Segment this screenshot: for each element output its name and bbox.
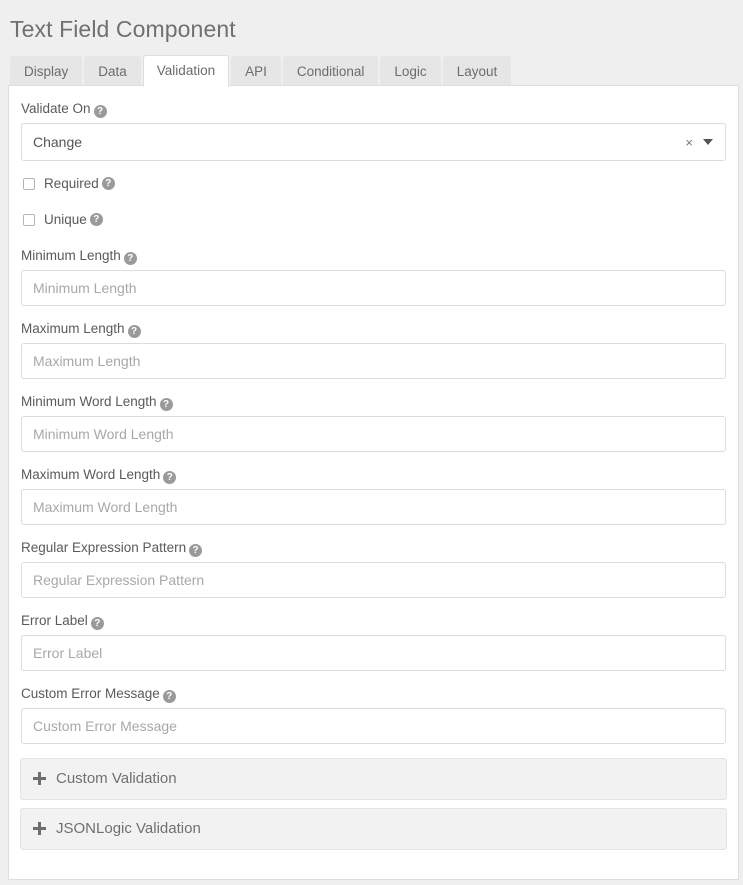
tab-data[interactable]: Data — [84, 56, 141, 87]
tab-validation[interactable]: Validation — [142, 55, 230, 87]
minimum-word-length-input[interactable] — [21, 416, 726, 452]
plus-icon — [33, 772, 46, 785]
help-icon[interactable]: ? — [90, 617, 104, 630]
minimum-length-label: Minimum Length? — [21, 247, 726, 265]
error-label-label-text: Error Label — [21, 613, 88, 628]
validate-on-label-text: Validate On — [21, 101, 91, 116]
validate-on-select-wrap: Change × — [21, 123, 726, 161]
help-icon[interactable]: ? — [163, 471, 177, 484]
regular-expression-pattern-label: Regular Expression Pattern? — [21, 539, 726, 557]
tab-conditional[interactable]: Conditional — [282, 56, 379, 87]
tab-display[interactable]: Display — [10, 56, 83, 87]
field-group-unique: Unique ? — [21, 211, 726, 228]
field-group-required: Required ? — [21, 175, 726, 192]
help-icon[interactable]: ? — [93, 105, 107, 118]
maximum-length-input[interactable] — [21, 343, 726, 379]
error-label-input[interactable] — [21, 635, 726, 671]
maximum-word-length-label: Maximum Word Length? — [21, 466, 726, 484]
validate-on-label: Validate On? — [21, 100, 726, 118]
field-group-minimum-word-length: Minimum Word Length? — [21, 393, 726, 452]
tab-api[interactable]: API — [231, 56, 281, 87]
validation-accordions: Custom Validation JSONLogic Validation — [20, 758, 727, 850]
accordion-custom-validation[interactable]: Custom Validation — [20, 758, 727, 800]
accordion-jsonlogic-validation-label: JSONLogic Validation — [56, 820, 201, 837]
error-label-label: Error Label? — [21, 612, 726, 630]
unique-label[interactable]: Unique — [44, 211, 87, 228]
help-icon[interactable]: ? — [89, 213, 103, 226]
settings-tab-bar: Display Data Validation API Conditional … — [0, 54, 743, 87]
help-icon[interactable]: ? — [159, 398, 173, 411]
validation-settings-panel: Validate On? Change × Required ? Unique … — [8, 85, 739, 880]
minimum-length-input[interactable] — [21, 270, 726, 306]
maximum-length-label: Maximum Length? — [21, 320, 726, 338]
maximum-word-length-label-text: Maximum Word Length — [21, 467, 161, 482]
required-checkbox[interactable] — [23, 177, 35, 190]
maximum-word-length-input[interactable] — [21, 489, 726, 525]
field-group-maximum-word-length: Maximum Word Length? — [21, 466, 726, 525]
minimum-word-length-label-text: Minimum Word Length — [21, 394, 157, 409]
field-group-custom-error-message: Custom Error Message? — [21, 685, 726, 744]
required-label[interactable]: Required — [44, 175, 99, 192]
plus-icon — [33, 822, 46, 835]
custom-error-message-label: Custom Error Message? — [21, 685, 726, 703]
validate-on-selected-value: Change — [33, 134, 83, 150]
field-group-regular-expression-pattern: Regular Expression Pattern? — [21, 539, 726, 598]
help-icon[interactable]: ? — [189, 544, 203, 557]
component-settings-page: Text Field Component Display Data Valida… — [0, 0, 743, 881]
help-icon[interactable]: ? — [101, 177, 115, 190]
minimum-length-label-text: Minimum Length — [21, 248, 121, 263]
maximum-length-label-text: Maximum Length — [21, 321, 125, 336]
chevron-down-icon[interactable] — [703, 139, 713, 145]
unique-checkbox[interactable] — [23, 213, 35, 226]
minimum-word-length-label: Minimum Word Length? — [21, 393, 726, 411]
custom-error-message-input[interactable] — [21, 708, 726, 744]
page-title: Text Field Component — [10, 16, 236, 42]
field-group-validate-on: Validate On? Change × — [21, 100, 726, 161]
accordion-custom-validation-label: Custom Validation — [56, 770, 177, 787]
field-group-maximum-length: Maximum Length? — [21, 320, 726, 379]
help-icon[interactable]: ? — [123, 252, 137, 265]
custom-error-message-label-text: Custom Error Message — [21, 686, 160, 701]
regular-expression-pattern-input[interactable] — [21, 562, 726, 598]
clear-icon[interactable]: × — [681, 136, 701, 149]
tab-logic[interactable]: Logic — [380, 56, 441, 87]
help-icon[interactable]: ? — [127, 325, 141, 338]
tab-layout[interactable]: Layout — [442, 56, 512, 87]
field-group-error-label: Error Label? — [21, 612, 726, 671]
field-group-minimum-length: Minimum Length? — [21, 247, 726, 306]
regular-expression-pattern-label-text: Regular Expression Pattern — [21, 540, 187, 555]
accordion-jsonlogic-validation[interactable]: JSONLogic Validation — [20, 808, 727, 850]
validate-on-select[interactable]: Change × — [21, 123, 726, 161]
help-icon[interactable]: ? — [162, 690, 176, 703]
